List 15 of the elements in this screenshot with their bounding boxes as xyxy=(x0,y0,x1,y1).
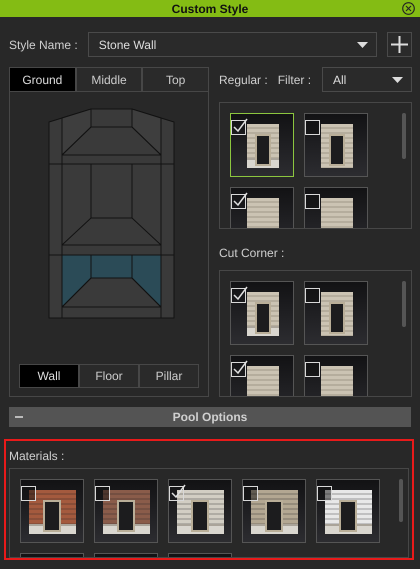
filter-dropdown[interactable]: All xyxy=(322,67,412,92)
pool-options-bar[interactable]: Pool Options xyxy=(9,407,411,427)
level-tab[interactable]: Top xyxy=(142,68,208,92)
part-tab[interactable]: Pillar xyxy=(139,364,199,388)
materials-label: Materials : xyxy=(9,449,64,463)
filter-label: Filter : xyxy=(278,72,312,86)
style-name-dropdown[interactable]: Stone Wall xyxy=(88,32,377,57)
cut-corner-label: Cut Corner : xyxy=(219,246,284,260)
regular-label: Regular : xyxy=(219,72,268,86)
level-tab[interactable]: Middle xyxy=(76,68,142,92)
window-title: Custom Style xyxy=(172,2,248,16)
level-tab[interactable]: Ground xyxy=(10,68,76,92)
part-tab[interactable]: Floor xyxy=(79,364,139,388)
part-tab[interactable]: Wall xyxy=(19,364,79,388)
style-name-label: Style Name : xyxy=(9,38,78,52)
